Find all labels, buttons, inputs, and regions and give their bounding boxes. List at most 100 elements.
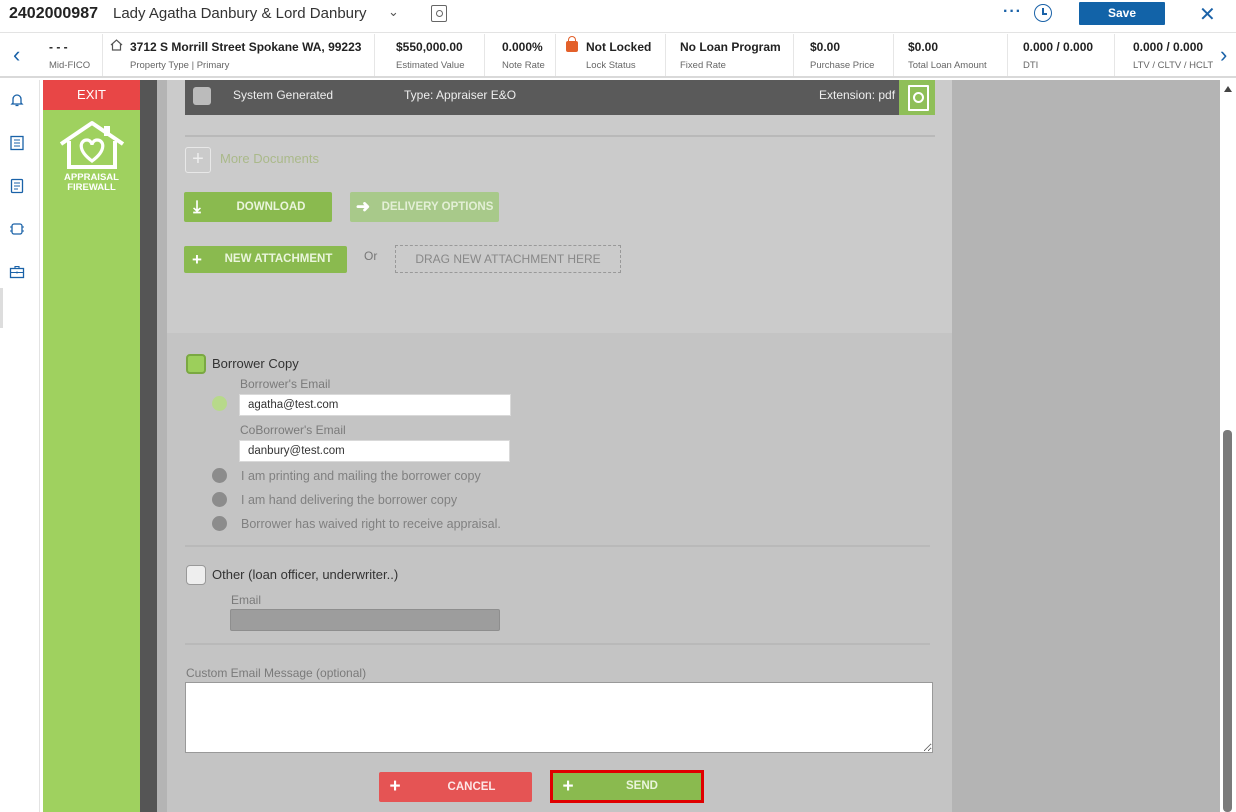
field-note-rate: 0.000% Note Rate (485, 34, 556, 76)
lock-status-label: Lock Status (586, 60, 636, 71)
chevron-right-icon[interactable]: › (1220, 42, 1227, 68)
estimated-value-label: Estimated Value (396, 60, 465, 71)
ltv-label: LTV / CLTV / HCLT (1133, 60, 1214, 71)
bell-icon[interactable] (9, 92, 25, 108)
chevron-down-icon[interactable]: ⌄ (388, 4, 399, 20)
field-loan-program: No Loan Program Fixed Rate (666, 34, 794, 76)
other-email-label: Email (231, 593, 262, 607)
document-extension: Extension: pdf (819, 88, 896, 102)
document-row: System Generated Type: Appraiser E&O Ext… (185, 80, 935, 115)
coborrower-email-input[interactable] (239, 440, 510, 462)
notes-icon[interactable] (9, 178, 25, 194)
field-lock-status: Not Locked Lock Status (556, 34, 666, 76)
dti-value: 0.000 / 0.000 (1023, 40, 1094, 54)
borrower-names[interactable]: Lady Agatha Danbury & Lord Danbury (113, 5, 367, 22)
firewall-logo-line-2: FIREWALL (67, 182, 116, 193)
custom-message-label: Custom Email Message (optional) (186, 666, 367, 680)
email-delivery-radio[interactable] (212, 396, 227, 411)
ltv-value: 0.000 / 0.000 (1133, 40, 1204, 54)
firewall-logo-text: APPRAISAL FIREWALL (43, 173, 140, 193)
scrollbar-thumb[interactable] (1223, 430, 1232, 812)
lock-icon (566, 36, 578, 52)
or-separator: Or (364, 249, 378, 263)
estimated-value: $550,000.00 (396, 40, 463, 54)
plus-icon: + (192, 250, 202, 269)
field-ltv: 0.000 / 0.000 LTV / CLTV / HCLT (1115, 34, 1218, 76)
loan-info-bar: ‹ - - - Mid-FICO 3712 S Morrill Street S… (0, 34, 1236, 78)
drag-attachment-dropzone[interactable]: DRAG NEW ATTACHMENT HERE (395, 245, 621, 273)
arrow-right-icon: ➜ (355, 197, 371, 216)
hand-deliver-radio[interactable] (212, 492, 227, 507)
delivery-options-button[interactable]: ➜ DELIVERY OPTIONS (350, 192, 499, 222)
download-icon: ⤓ (193, 197, 201, 216)
print-mail-option: I am printing and mailing the borrower c… (241, 469, 481, 483)
view-document-icon[interactable] (899, 80, 935, 115)
divider (185, 643, 930, 645)
borrower-copy-checkbox[interactable] (186, 354, 206, 374)
other-email-input (230, 609, 500, 631)
send-label: SEND (626, 780, 658, 792)
purchase-price-label: Purchase Price (810, 60, 875, 71)
property-address: 3712 S Morrill Street Spokane WA, 99223 (130, 40, 362, 54)
download-label: DOWNLOAD (236, 201, 306, 213)
rail-active-indicator (0, 288, 3, 328)
print-mail-radio[interactable] (212, 468, 227, 483)
chip-icon[interactable] (9, 221, 25, 237)
mid-fico-label: Mid-FICO (49, 60, 91, 71)
divider (185, 135, 935, 137)
loan-number: 2402000987 (9, 5, 98, 22)
lock-status-value: Not Locked (586, 40, 652, 54)
new-attachment-label: NEW ATTACHMENT (224, 253, 333, 265)
document-type: Type: Appraiser E&O (404, 88, 517, 102)
plus-icon: + (562, 776, 574, 797)
property-type-label: Property Type | Primary (130, 60, 230, 71)
panel-divider (140, 80, 157, 812)
cancel-button[interactable]: + CANCEL (379, 772, 532, 802)
field-property[interactable]: 3712 S Morrill Street Spokane WA, 99223 … (103, 34, 375, 76)
left-icon-rail (0, 80, 40, 812)
exit-button[interactable]: EXIT (43, 80, 140, 110)
field-total-loan: $0.00 Total Loan Amount (894, 34, 1008, 76)
coborrower-email-label: CoBorrower's Email (240, 423, 346, 437)
plus-icon: + (389, 776, 401, 797)
waived-option: Borrower has waived right to receive app… (241, 517, 501, 531)
dti-label: DTI (1023, 60, 1039, 71)
waived-radio[interactable] (212, 516, 227, 531)
hand-deliver-option: I am hand delivering the borrower copy (241, 493, 458, 507)
list-document-icon[interactable] (9, 135, 25, 151)
field-estimated-value: $550,000.00 Estimated Value (375, 34, 485, 76)
save-button[interactable]: Save (1079, 2, 1165, 25)
delivery-options-label: DELIVERY OPTIONS (381, 201, 494, 213)
house-icon (110, 39, 123, 51)
appraisal-firewall-logo (59, 121, 125, 169)
field-dti: 0.000 / 0.000 DTI (1008, 34, 1115, 76)
more-documents-link[interactable]: More Documents (220, 151, 319, 166)
plus-icon[interactable]: + (185, 147, 211, 173)
divider (185, 545, 930, 547)
briefcase-icon[interactable] (9, 264, 25, 280)
scroll-up-arrow-icon[interactable] (1224, 86, 1232, 92)
chevron-left-icon[interactable]: ‹ (13, 42, 20, 68)
loan-program-value: No Loan Program (680, 40, 781, 54)
other-recipient-label: Other (loan officer, underwriter..) (212, 567, 399, 582)
borrower-email-input[interactable] (239, 394, 511, 416)
borrower-email-label: Borrower's Email (240, 377, 331, 391)
send-button[interactable]: + SEND (550, 770, 704, 803)
other-recipient-checkbox[interactable] (186, 565, 206, 585)
field-purchase-price: $0.00 Purchase Price (794, 34, 894, 76)
cancel-label: CANCEL (447, 781, 496, 793)
borrower-copy-label: Borrower Copy (212, 356, 299, 371)
download-button[interactable]: ⤓ DOWNLOAD (184, 192, 332, 222)
more-options-icon[interactable]: ··· (1003, 3, 1022, 21)
new-attachment-button[interactable]: + NEW ATTACHMENT (184, 246, 347, 273)
mid-fico-value: - - - (49, 40, 68, 54)
note-rate-label: Note Rate (502, 60, 545, 71)
document-checkbox[interactable] (193, 87, 211, 105)
top-header: 2402000987 Lady Agatha Danbury & Lord Da… (0, 0, 1236, 33)
custom-message-textarea[interactable] (185, 682, 933, 753)
contact-card-icon[interactable] (431, 5, 447, 22)
history-clock-icon[interactable] (1034, 4, 1052, 22)
close-icon[interactable]: ✕ (1199, 2, 1216, 27)
note-rate-value: 0.000% (502, 40, 543, 54)
document-source: System Generated (233, 88, 334, 102)
